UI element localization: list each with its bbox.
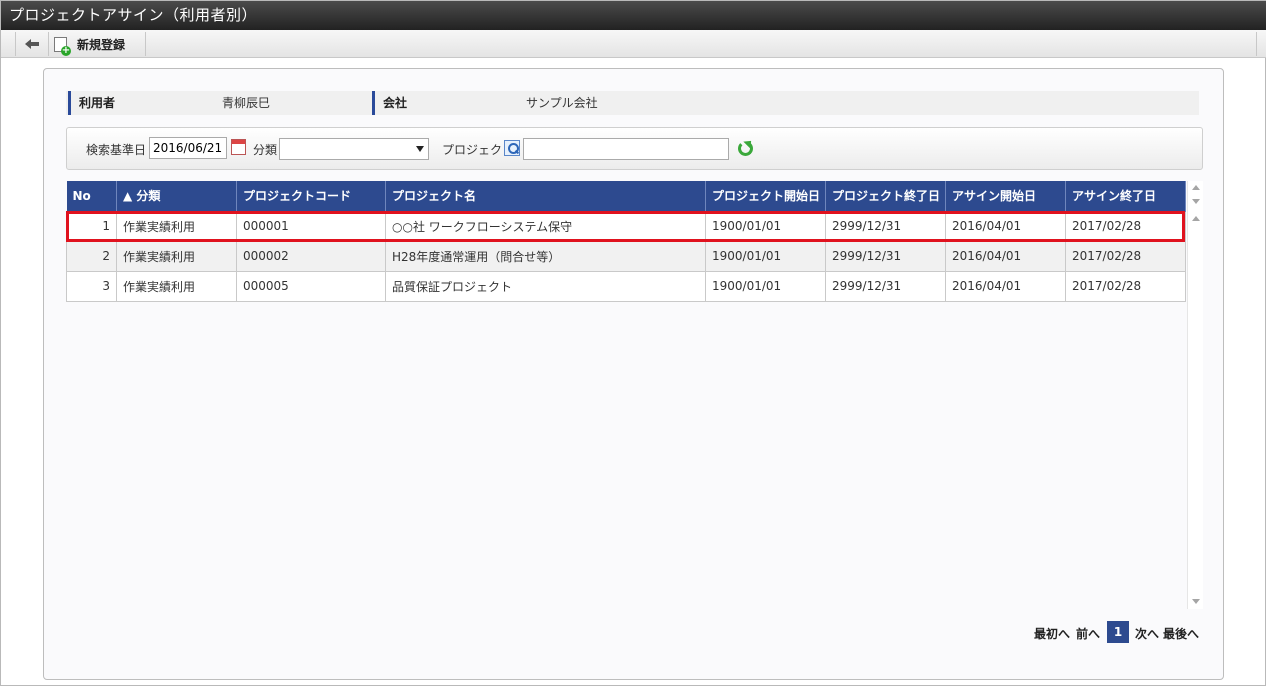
cell-assign-end: 2017/02/28 bbox=[1065, 270, 1186, 302]
pagination: 最初へ 前へ 1 次へ 最後へ bbox=[1034, 621, 1204, 643]
cell-project-start: 1900/01/01 bbox=[705, 240, 826, 272]
cell-assign-end: 2017/02/28 bbox=[1065, 240, 1186, 272]
table-row[interactable]: 1 作業実績利用 000001 ○○社 ワークフローシステム保守 1900/01… bbox=[66, 210, 1186, 242]
table-header-row: No ▲ 分類 プロジェクトコード プロジェクト名 プロジェクト開始日 プロジェ… bbox=[66, 181, 1186, 211]
cell-project-name: ○○社 ワークフローシステム保守 bbox=[385, 210, 706, 242]
cell-project-end: 2999/12/31 bbox=[825, 210, 946, 242]
cell-project-name: 品質保証プロジェクト bbox=[385, 270, 706, 302]
app-window: プロジェクトアサイン（利用者別） 新規登録 利用者 青柳辰巳 会社 サンプル会社… bbox=[0, 0, 1266, 686]
scroll-up-icon[interactable] bbox=[1192, 185, 1200, 190]
col-header-category[interactable]: ▲ 分類 bbox=[116, 181, 237, 211]
cell-no: 3 bbox=[66, 270, 117, 302]
category-label: 分類 bbox=[253, 143, 278, 157]
cell-category: 作業実績利用 bbox=[116, 210, 237, 242]
cell-assign-start: 2016/04/01 bbox=[945, 270, 1066, 302]
calendar-icon[interactable] bbox=[231, 139, 246, 155]
scroll-down-icon[interactable] bbox=[1192, 599, 1200, 604]
cell-assign-start: 2016/04/01 bbox=[945, 240, 1066, 272]
search-bar: 検索基準日 分類 プロジェクト bbox=[66, 127, 1203, 170]
cell-no: 1 bbox=[66, 210, 117, 242]
toolbar-divider bbox=[1256, 32, 1257, 56]
company-value: サンプル会社 bbox=[526, 96, 598, 110]
table-row[interactable]: 2 作業実績利用 000002 H28年度通常運用（問合せ等） 1900/01/… bbox=[66, 240, 1186, 272]
chevron-down-icon bbox=[416, 146, 424, 152]
toolbar: 新規登録 bbox=[1, 30, 1266, 58]
col-header-no[interactable]: No bbox=[66, 181, 117, 211]
cell-project-end: 2999/12/31 bbox=[825, 270, 946, 302]
table-row[interactable]: 3 作業実績利用 000005 品質保証プロジェクト 1900/01/01 29… bbox=[66, 270, 1186, 302]
col-header-project-end[interactable]: プロジェクト終了日 bbox=[825, 181, 946, 211]
cell-project-name: H28年度通常運用（問合せ等） bbox=[385, 240, 706, 272]
search-date-label: 検索基準日 bbox=[86, 143, 147, 157]
search-icon[interactable] bbox=[504, 140, 520, 156]
cell-project-start: 1900/01/01 bbox=[705, 270, 826, 302]
new-document-icon bbox=[54, 36, 71, 56]
company-label: 会社 bbox=[372, 91, 512, 115]
cell-project-code: 000001 bbox=[236, 210, 386, 242]
scroll-down-icon[interactable] bbox=[1192, 199, 1200, 204]
user-info-row: 利用者 青柳辰巳 会社 サンプル会社 bbox=[66, 91, 1199, 115]
cell-category: 作業実績利用 bbox=[116, 240, 237, 272]
refresh-icon[interactable] bbox=[738, 141, 753, 156]
first-page-link[interactable]: 最初へ bbox=[1034, 625, 1070, 642]
col-header-project-start[interactable]: プロジェクト開始日 bbox=[705, 181, 826, 211]
cell-assign-end: 2017/02/28 bbox=[1065, 210, 1186, 242]
col-header-assign-start[interactable]: アサイン開始日 bbox=[945, 181, 1066, 211]
cell-project-code: 000005 bbox=[236, 270, 386, 302]
project-input[interactable] bbox=[523, 138, 729, 160]
category-select[interactable] bbox=[279, 138, 429, 160]
scroll-up-icon[interactable] bbox=[1192, 216, 1200, 221]
col-header-assign-end[interactable]: アサイン終了日 bbox=[1065, 181, 1186, 211]
back-button[interactable] bbox=[15, 32, 49, 56]
assignment-grid: No ▲ 分類 プロジェクトコード プロジェクト名 プロジェクト開始日 プロジェ… bbox=[66, 181, 1203, 609]
current-page[interactable]: 1 bbox=[1107, 621, 1129, 643]
assignment-table: No ▲ 分類 プロジェクトコード プロジェクト名 プロジェクト開始日 プロジェ… bbox=[66, 181, 1186, 302]
user-label: 利用者 bbox=[68, 91, 208, 115]
prev-page-link[interactable]: 前へ bbox=[1076, 625, 1100, 642]
user-value: 青柳辰巳 bbox=[222, 96, 271, 110]
cell-project-end: 2999/12/31 bbox=[825, 240, 946, 272]
main-panel: 利用者 青柳辰巳 会社 サンプル会社 検索基準日 分類 プロジェクト bbox=[43, 68, 1224, 680]
next-page-link[interactable]: 次へ bbox=[1135, 625, 1159, 642]
new-registration-button[interactable]: 新規登録 bbox=[50, 32, 146, 56]
back-arrow-icon bbox=[25, 39, 39, 49]
cell-project-start: 1900/01/01 bbox=[705, 210, 826, 242]
col-header-project-name[interactable]: プロジェクト名 bbox=[385, 181, 706, 211]
cell-project-code: 000002 bbox=[236, 240, 386, 272]
cell-assign-start: 2016/04/01 bbox=[945, 210, 1066, 242]
vertical-scrollbar[interactable] bbox=[1187, 181, 1203, 609]
col-header-project-code[interactable]: プロジェクトコード bbox=[236, 181, 386, 211]
cell-category: 作業実績利用 bbox=[116, 270, 237, 302]
cell-no: 2 bbox=[66, 240, 117, 272]
last-page-link[interactable]: 最後へ bbox=[1163, 625, 1199, 642]
page-title: プロジェクトアサイン（利用者別） bbox=[1, 1, 1266, 30]
new-registration-label: 新規登録 bbox=[77, 37, 126, 52]
search-date-input[interactable] bbox=[149, 137, 227, 159]
